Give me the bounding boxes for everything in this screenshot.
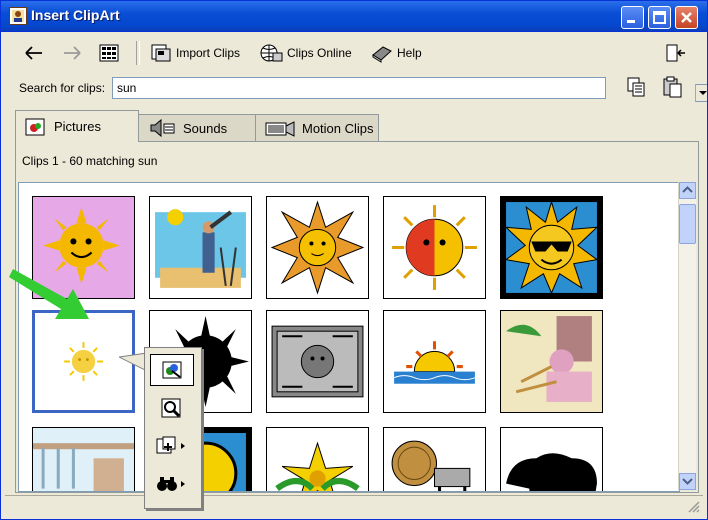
back-arrow-icon (25, 46, 42, 60)
clip-thumbnail[interactable] (500, 196, 603, 299)
chevron-down-icon (682, 478, 693, 485)
copy-icon (627, 77, 645, 97)
import-clips-icon (151, 44, 171, 62)
help-label: Help (397, 46, 422, 60)
preview-clip-button[interactable] (150, 392, 194, 424)
forward-button[interactable] (61, 41, 83, 65)
clip-thumbnail[interactable] (266, 310, 369, 413)
tab-sounds-label: Sounds (183, 120, 228, 136)
preview-magnifier-icon (161, 398, 181, 418)
help-button[interactable]: Help (371, 41, 422, 65)
clip-thumbnail[interactable] (266, 196, 369, 299)
paste-button[interactable] (661, 75, 683, 99)
search-label: Search for clips: (19, 81, 106, 95)
all-categories-button[interactable] (99, 41, 119, 65)
toolbar: Import Clips Clips Online Help (5, 37, 701, 69)
clip-popup-menu (144, 347, 202, 509)
tab-motion-clips[interactable]: Motion Clips (255, 114, 379, 141)
toolbar-separator (136, 41, 140, 65)
paste-icon (663, 76, 682, 98)
scroll-down-button[interactable] (679, 473, 696, 490)
motion-camera-icon (265, 121, 295, 137)
pictures-panel: Clips 1 - 60 matching sun (15, 141, 699, 493)
help-book-icon (372, 46, 392, 63)
clip-thumbnail[interactable] (149, 196, 252, 299)
minimize-button[interactable] (621, 6, 644, 29)
vertical-scrollbar[interactable] (678, 182, 696, 490)
clip-thumbnail[interactable] (383, 196, 486, 299)
window-title: Insert ClipArt (31, 7, 120, 23)
clips-online-label: Clips Online (287, 46, 352, 60)
maximize-button[interactable] (648, 6, 671, 29)
clip-thumbnail[interactable] (266, 427, 369, 491)
find-similar-button[interactable] (150, 468, 194, 500)
tab-motion-clips-label: Motion Clips (302, 120, 374, 136)
green-pointer-arrow-icon (9, 269, 89, 319)
clip-thumbnail[interactable] (383, 310, 486, 413)
add-clip-icon (156, 436, 185, 454)
status-bar (5, 495, 703, 516)
resize-grip-icon[interactable] (687, 500, 701, 514)
change-to-small-window-button[interactable] (665, 41, 687, 65)
clipart-app-icon (9, 7, 27, 25)
chevron-down-icon (699, 91, 707, 95)
tab-pictures-label: Pictures (54, 119, 101, 134)
tab-sounds[interactable]: Sounds (138, 114, 256, 141)
binoculars-icon (157, 477, 185, 491)
clip-thumbnail[interactable] (383, 427, 486, 491)
insert-clip-icon (162, 361, 182, 379)
clip-thumbnail[interactable] (500, 310, 603, 413)
clipart-window: Insert ClipArt Import Clips Clips Online… (0, 0, 708, 520)
small-window-icon (666, 44, 685, 62)
scroll-thumb[interactable] (679, 204, 696, 244)
import-clips-label: Import Clips (176, 46, 241, 60)
globe-icon (260, 44, 283, 62)
search-value: sun (117, 81, 137, 95)
clip-thumbnail[interactable] (32, 427, 135, 491)
chevron-up-icon (682, 186, 693, 193)
results-count: Clips 1 - 60 matching sun (22, 154, 158, 168)
back-button[interactable] (23, 41, 45, 65)
forward-arrow-icon (64, 46, 81, 60)
add-to-category-button[interactable] (150, 430, 194, 462)
tab-pictures[interactable]: Pictures (15, 110, 139, 142)
insert-clip-button[interactable] (150, 354, 194, 386)
search-input[interactable]: sun (112, 77, 707, 102)
title-bar[interactable]: Insert ClipArt (1, 1, 707, 32)
import-clips-button[interactable]: Import Clips (150, 41, 240, 65)
search-row: Search for clips: sun (5, 73, 707, 103)
clips-online-button[interactable]: Clips Online (259, 41, 352, 65)
copy-button[interactable] (625, 75, 647, 99)
clip-thumbnail[interactable] (500, 427, 603, 491)
speaker-icon (150, 118, 175, 138)
search-dropdown-button[interactable] (695, 84, 707, 102)
close-button[interactable] (675, 6, 698, 29)
clip-gallery (18, 182, 680, 492)
categories-grid-icon (99, 44, 119, 62)
scroll-up-button[interactable] (679, 182, 696, 199)
pictures-icon (25, 118, 45, 135)
